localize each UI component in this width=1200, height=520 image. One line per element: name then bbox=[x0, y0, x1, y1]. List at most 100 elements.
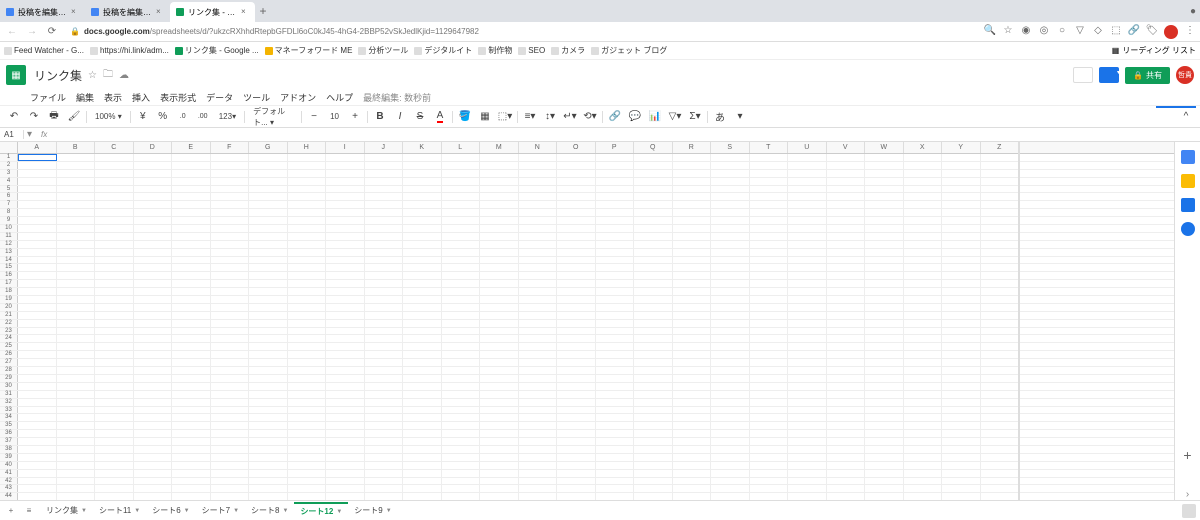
cell[interactable] bbox=[403, 312, 442, 319]
cell[interactable] bbox=[365, 272, 404, 279]
cell[interactable] bbox=[673, 193, 712, 200]
cell[interactable] bbox=[634, 407, 673, 414]
cell[interactable] bbox=[519, 430, 558, 437]
font-select[interactable]: デフォルト... ▾ bbox=[249, 106, 297, 128]
cell[interactable] bbox=[480, 264, 519, 271]
cell[interactable] bbox=[557, 162, 596, 169]
cell[interactable] bbox=[326, 312, 365, 319]
cell[interactable] bbox=[557, 462, 596, 469]
cell[interactable] bbox=[634, 272, 673, 279]
cell[interactable] bbox=[57, 201, 96, 208]
cell[interactable] bbox=[211, 225, 250, 232]
chevron-down-icon[interactable]: ▼ bbox=[386, 508, 392, 514]
cell[interactable] bbox=[519, 375, 558, 382]
column-header[interactable]: T bbox=[750, 142, 789, 153]
cell[interactable] bbox=[57, 359, 96, 366]
cell[interactable] bbox=[519, 407, 558, 414]
cell[interactable] bbox=[981, 407, 1020, 414]
cell[interactable] bbox=[827, 257, 866, 264]
cell[interactable] bbox=[942, 446, 981, 453]
cell[interactable] bbox=[788, 383, 827, 390]
cell[interactable] bbox=[249, 414, 288, 421]
valign-button[interactable]: ↕▾ bbox=[542, 109, 558, 125]
cell[interactable] bbox=[750, 422, 789, 429]
cell[interactable] bbox=[827, 391, 866, 398]
star-icon[interactable]: ☆ bbox=[88, 70, 97, 81]
cell[interactable] bbox=[365, 485, 404, 492]
cell[interactable] bbox=[673, 280, 712, 287]
cell[interactable] bbox=[326, 383, 365, 390]
cell[interactable] bbox=[95, 296, 134, 303]
cell[interactable] bbox=[480, 391, 519, 398]
cell[interactable] bbox=[942, 470, 981, 477]
cell[interactable] bbox=[904, 430, 943, 437]
cell[interactable] bbox=[750, 257, 789, 264]
ime-button[interactable]: あ bbox=[712, 109, 728, 125]
cell[interactable] bbox=[365, 454, 404, 461]
cell[interactable] bbox=[480, 193, 519, 200]
cell[interactable] bbox=[172, 328, 211, 335]
cell[interactable] bbox=[57, 478, 96, 485]
cloud-icon[interactable]: ☁ bbox=[119, 70, 129, 81]
cell[interactable] bbox=[442, 391, 481, 398]
cell[interactable] bbox=[788, 272, 827, 279]
cell[interactable] bbox=[18, 280, 57, 287]
cell[interactable] bbox=[634, 217, 673, 224]
share-button[interactable]: 🔒共有 bbox=[1125, 67, 1170, 84]
cell[interactable] bbox=[827, 225, 866, 232]
cell[interactable] bbox=[634, 493, 673, 500]
cell[interactable] bbox=[172, 493, 211, 500]
cell[interactable] bbox=[634, 257, 673, 264]
cell[interactable] bbox=[95, 367, 134, 374]
cell[interactable] bbox=[442, 249, 481, 256]
cell[interactable] bbox=[942, 462, 981, 469]
cell[interactable] bbox=[673, 375, 712, 382]
cell[interactable] bbox=[673, 304, 712, 311]
cell[interactable] bbox=[172, 257, 211, 264]
cell[interactable] bbox=[519, 280, 558, 287]
cell[interactable] bbox=[134, 383, 173, 390]
cell[interactable] bbox=[18, 170, 57, 177]
row-header[interactable]: 25 bbox=[0, 343, 18, 350]
cell[interactable] bbox=[711, 162, 750, 169]
cell[interactable] bbox=[249, 454, 288, 461]
cell[interactable] bbox=[519, 399, 558, 406]
cell[interactable] bbox=[172, 351, 211, 358]
row-header[interactable]: 19 bbox=[0, 296, 18, 303]
bookmark-item[interactable]: リンク集 - Google ... bbox=[175, 45, 259, 56]
row-header[interactable]: 15 bbox=[0, 264, 18, 271]
cell[interactable] bbox=[750, 170, 789, 177]
cell[interactable] bbox=[442, 383, 481, 390]
cell[interactable] bbox=[865, 391, 904, 398]
cell[interactable] bbox=[942, 186, 981, 193]
cell[interactable] bbox=[288, 241, 327, 248]
cell[interactable] bbox=[788, 193, 827, 200]
cell[interactable] bbox=[557, 493, 596, 500]
cell[interactable] bbox=[288, 225, 327, 232]
column-header[interactable]: A bbox=[18, 142, 57, 153]
cell[interactable] bbox=[981, 343, 1020, 350]
ext1-icon[interactable]: ◉ bbox=[1020, 25, 1032, 37]
cell[interactable] bbox=[904, 446, 943, 453]
cell[interactable] bbox=[596, 430, 635, 437]
cell[interactable] bbox=[750, 367, 789, 374]
cell[interactable] bbox=[249, 201, 288, 208]
cell[interactable] bbox=[18, 288, 57, 295]
close-icon[interactable]: × bbox=[241, 8, 249, 16]
merge-button[interactable]: ⬚▾ bbox=[497, 109, 513, 125]
cell[interactable] bbox=[288, 478, 327, 485]
cell[interactable] bbox=[634, 225, 673, 232]
cell[interactable] bbox=[442, 375, 481, 382]
cell[interactable] bbox=[18, 249, 57, 256]
cell[interactable] bbox=[865, 383, 904, 390]
menu-help[interactable]: ヘルプ bbox=[326, 91, 353, 104]
cell[interactable] bbox=[673, 462, 712, 469]
column-header[interactable]: H bbox=[288, 142, 327, 153]
cell[interactable] bbox=[788, 391, 827, 398]
cell[interactable] bbox=[134, 399, 173, 406]
cell[interactable] bbox=[596, 470, 635, 477]
cell[interactable] bbox=[904, 201, 943, 208]
cell[interactable] bbox=[172, 170, 211, 177]
last-edit-label[interactable]: 最終編集: 数秒前 bbox=[363, 91, 431, 104]
cell[interactable] bbox=[711, 233, 750, 240]
